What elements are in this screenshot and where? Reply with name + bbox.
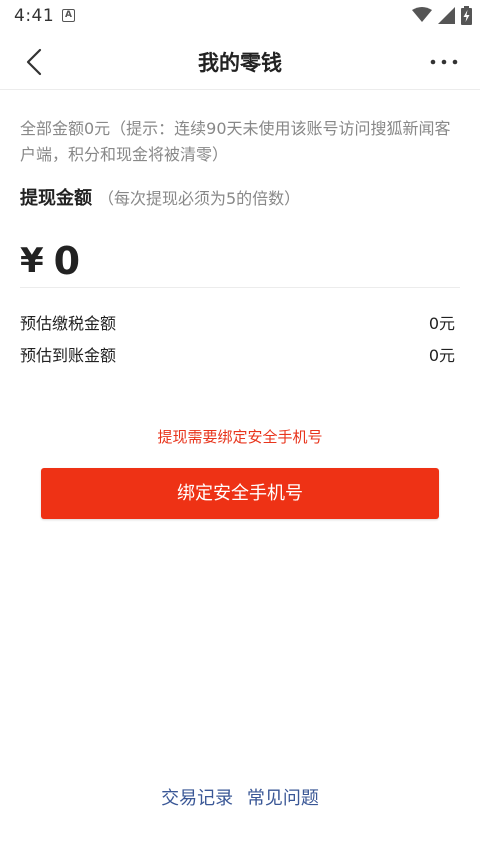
withdraw-amount-value: 0 xyxy=(53,238,81,283)
faq-link[interactable]: 常见问题 xyxy=(247,788,319,809)
status-bar: 4:41 A xyxy=(0,0,480,34)
more-horizontal-icon xyxy=(430,59,458,65)
currency-symbol: ¥ xyxy=(20,240,44,281)
wallet-screen: 4:41 A 我的零钱 全部金额0元（提示：连续90天未使用该账号访问搜狐新闻客… xyxy=(0,0,480,853)
withdraw-hint: （每次提现必须为5的倍数） xyxy=(98,189,301,208)
transactions-link[interactable]: 交易记录 xyxy=(161,788,233,809)
bind-phone-hint: 提现需要绑定安全手机号 xyxy=(157,428,323,446)
estimated-tax-row: 预估缴税金额 0元 xyxy=(20,310,455,334)
balance-notice: 全部金额0元（提示：连续90天未使用该账号访问搜狐新闻客户端，积分和现金将被清零… xyxy=(20,119,451,164)
estimated-received-row: 预估到账金额 0元 xyxy=(20,342,455,366)
more-button[interactable] xyxy=(424,44,464,80)
status-time: 4:41 xyxy=(14,6,55,26)
estimated-tax-label: 预估缴税金额 xyxy=(20,314,117,333)
estimated-received-value: 0元 xyxy=(428,346,455,365)
a-letter-icon: A xyxy=(62,9,75,22)
wifi-icon xyxy=(412,7,432,27)
footer-links: 交易记录 常见问题 xyxy=(0,784,480,810)
bind-phone-button[interactable]: 绑定安全手机号 xyxy=(41,468,439,519)
withdraw-amount-field[interactable]: ¥ 0 xyxy=(20,234,460,288)
page-title: 我的零钱 xyxy=(198,51,282,75)
withdraw-heading: 提现金额 （每次提现必须为5的倍数） xyxy=(20,184,300,210)
estimated-tax-value: 0元 xyxy=(428,314,455,333)
app-header: 我的零钱 xyxy=(0,34,480,90)
battery-charging-icon xyxy=(461,5,472,29)
estimated-received-label: 预估到账金额 xyxy=(20,346,117,365)
signal-icon xyxy=(438,6,455,28)
status-icons xyxy=(412,5,472,29)
withdraw-label: 提现金额 xyxy=(20,188,92,209)
